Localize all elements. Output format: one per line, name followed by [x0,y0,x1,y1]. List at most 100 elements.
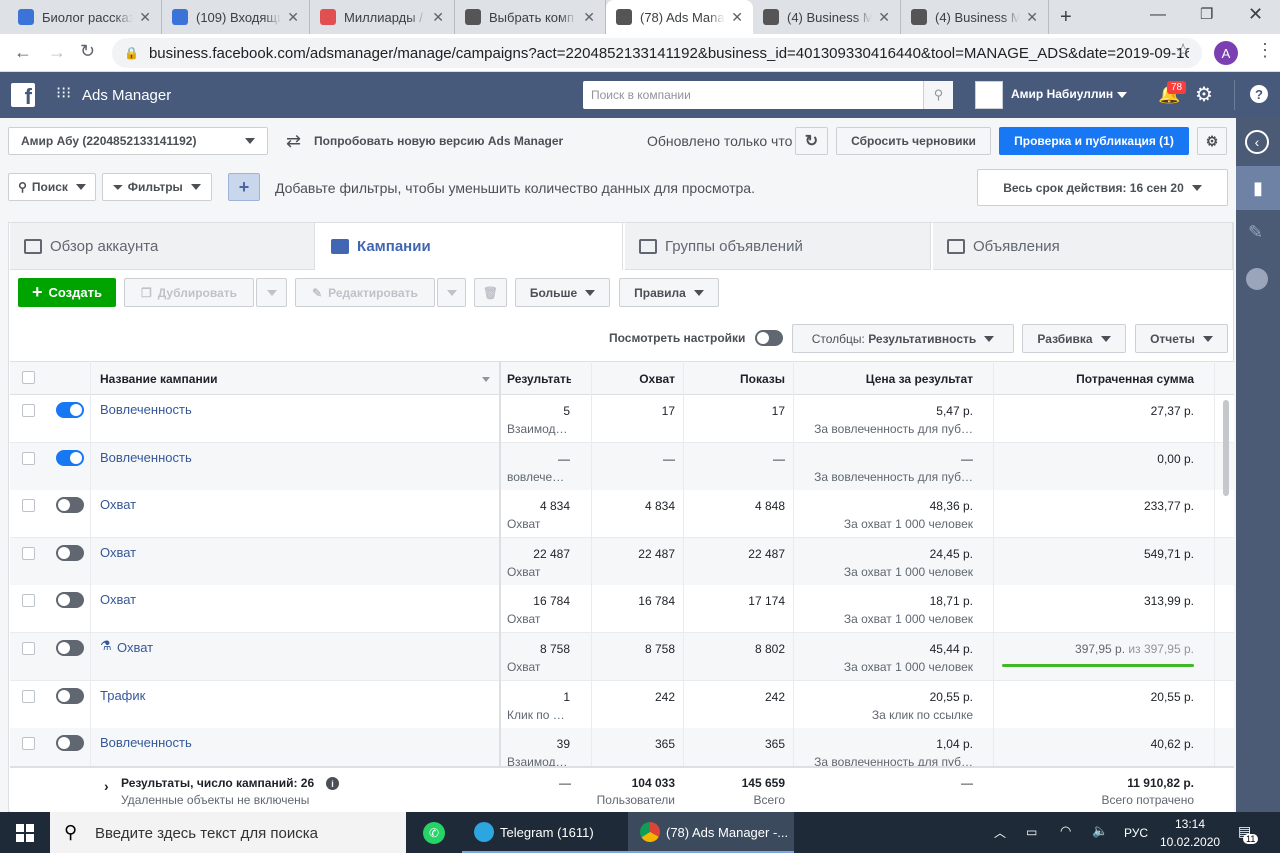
header-name[interactable]: Название кампании [100,372,217,386]
campaign-name[interactable]: Охват [100,497,136,512]
header-amount-spent[interactable]: Потраченная сумма [995,372,1194,386]
taskbar-chrome[interactable]: (78) Ads Manager -... [628,812,794,853]
view-settings-toggle[interactable] [755,330,783,346]
apps-grid-icon[interactable]: ⁝⁝⁝ [56,86,71,102]
close-window-button[interactable]: ✕ [1248,4,1263,25]
duplicate-menu-button[interactable] [256,278,287,307]
campaign-name[interactable]: Вовлеченность [100,402,192,417]
close-tab-icon[interactable]: ✕ [583,9,595,26]
avatar[interactable] [975,81,1003,109]
gear-icon[interactable]: ⚙ [1195,82,1213,107]
table-row[interactable]: Охват 4 834 Охват 4 834 4 848 48,36 р. За охва… [10,490,1234,539]
new-tab-button[interactable]: + [1060,6,1072,29]
account-selector[interactable]: Амир Абу (2204852133141192) [8,127,268,155]
review-publish-button[interactable]: Проверка и публикация (1) [999,127,1189,155]
expand-icon[interactable]: › [104,778,109,794]
table-row[interactable]: Трафик 1 Клик по … 242 242 20,55 р. За клик по… [10,680,1234,729]
discard-drafts-button[interactable]: Сбросить черновики [836,127,991,155]
url-field[interactable]: 🔒 business.facebook.com/adsmanager/manag… [112,38,1202,68]
wifi-icon[interactable]: ◠ [1060,823,1071,839]
windows-start-icon[interactable] [16,824,34,842]
collapse-icon[interactable]: ‹ [1245,130,1269,154]
back-icon[interactable]: ← [14,42,32,63]
clock-time[interactable]: 13:14 [1175,817,1205,831]
header-reach[interactable]: Охват [592,372,675,386]
taskbar-telegram[interactable]: Telegram (1611) [462,812,628,853]
date-range-picker[interactable]: Весь срок действия: 16 сен 20 [977,169,1228,206]
user-name[interactable]: Амир Набиуллин [1011,87,1113,101]
row-checkbox[interactable] [22,451,35,465]
row-checkbox[interactable] [22,499,35,513]
close-tab-icon[interactable]: ✕ [287,9,299,26]
tab-ads[interactable]: Объявления [933,223,1233,270]
table-row[interactable]: Охват 22 487 Охват 22 487 22 487 24,45 р. За о… [10,537,1234,586]
header-results[interactable]: Результаты [507,372,571,386]
table-row[interactable]: Вовлеченность 5 Взаимод… 17 17 5,47 р. За вовл… [10,395,1234,443]
reports-dropdown[interactable]: Отчеты [1135,324,1228,353]
user-menu-chevron-icon[interactable] [1117,92,1127,98]
campaign-toggle[interactable] [56,687,84,704]
minimize-button[interactable]: — [1150,6,1166,24]
header-cost-per-result[interactable]: Цена за результат [794,372,973,386]
add-filter-button[interactable]: + [228,173,260,201]
clock-date[interactable]: 10.02.2020 [1160,835,1220,849]
tray-chevron-icon[interactable]: ︿ [994,824,1006,841]
tab-adsets[interactable]: Группы объявлений [625,223,931,270]
header-impressions[interactable]: Показы [684,372,785,386]
campaign-name[interactable]: Охват [100,545,136,560]
try-new-version-link[interactable]: Попробовать новую версию Ads Manager [314,134,563,148]
close-tab-icon[interactable]: ✕ [1026,9,1038,26]
create-button[interactable]: + Создать [18,278,116,307]
search-icon[interactable]: ⚲ [923,81,953,109]
browser-tab[interactable]: Биолог рассказ ✕ [8,0,162,34]
browser-tab[interactable]: (78) Ads Mana ✕ [606,0,753,34]
clock-icon[interactable] [1246,268,1268,290]
reload-icon[interactable]: ↻ [80,41,95,62]
browser-tab[interactable]: (109) Входящие ✕ [162,0,310,34]
row-checkbox[interactable] [22,642,35,655]
delete-button[interactable]: 🗑 [474,278,507,307]
chart-icon[interactable]: ▮ [1236,166,1280,210]
campaign-toggle[interactable] [56,592,84,609]
more-dropdown[interactable]: Больше [515,278,610,307]
campaign-name[interactable]: Охват [100,592,136,607]
refresh-button[interactable]: ↻ [795,127,828,155]
battery-icon[interactable]: ▭ [1026,825,1037,839]
close-tab-icon[interactable]: ✕ [731,9,743,26]
help-icon[interactable]: ? [1250,85,1268,103]
maximize-button[interactable]: ❐ [1200,5,1213,23]
edit-button[interactable]: ✎ Редактировать [295,278,435,307]
close-tab-icon[interactable]: ✕ [139,9,151,26]
campaign-name[interactable]: Охват [117,640,153,655]
campaign-name[interactable]: Вовлеченность [100,450,192,465]
edit-menu-button[interactable] [437,278,466,307]
duplicate-button[interactable]: ❐ Дублировать [124,278,254,307]
table-row[interactable]: ⚗ Охват 8 758 Охват 8 758 8 802 45,44 р. За охв… [10,633,1234,681]
rules-dropdown[interactable]: Правила [619,278,719,307]
select-all-checkbox[interactable] [22,371,35,384]
campaign-name[interactable]: Вовлеченность [100,735,192,750]
language-indicator[interactable]: РУС [1124,826,1148,840]
close-tab-icon[interactable]: ✕ [878,9,890,26]
profile-avatar[interactable]: A [1214,41,1238,65]
table-row[interactable]: Охват 16 784 Охват 16 784 17 174 18,71 р. За о… [10,585,1234,634]
row-checkbox[interactable] [22,737,35,751]
search-dropdown[interactable]: ⚲ Поиск [8,173,96,201]
app-name[interactable]: Ads Manager [82,87,171,104]
tab-campaigns[interactable]: Кампании [317,223,623,270]
browser-tab[interactable]: Выбрать комп ✕ [455,0,606,34]
taskbar-search[interactable]: ⚲ Введите здесь текст для поиска [50,812,406,853]
pencil-icon[interactable]: ✎ [1248,222,1263,243]
columns-dropdown[interactable]: Столбцы: Результативность [792,324,1014,353]
row-checkbox[interactable] [22,404,35,417]
browser-tab[interactable]: (4) Business M ✕ [753,0,901,34]
campaign-toggle[interactable] [56,449,84,466]
whatsapp-icon[interactable]: ✆ [423,822,445,844]
settings-button[interactable]: ⚙ [1197,127,1227,155]
campaign-toggle[interactable] [56,402,84,418]
bookmark-star-icon[interactable]: ☆ [1175,40,1191,61]
facebook-logo-icon[interactable]: f [11,83,35,108]
campaign-toggle[interactable] [56,497,84,514]
switch-icon[interactable]: ⇄ [286,131,301,152]
campaign-name[interactable]: Трафик [100,688,145,703]
